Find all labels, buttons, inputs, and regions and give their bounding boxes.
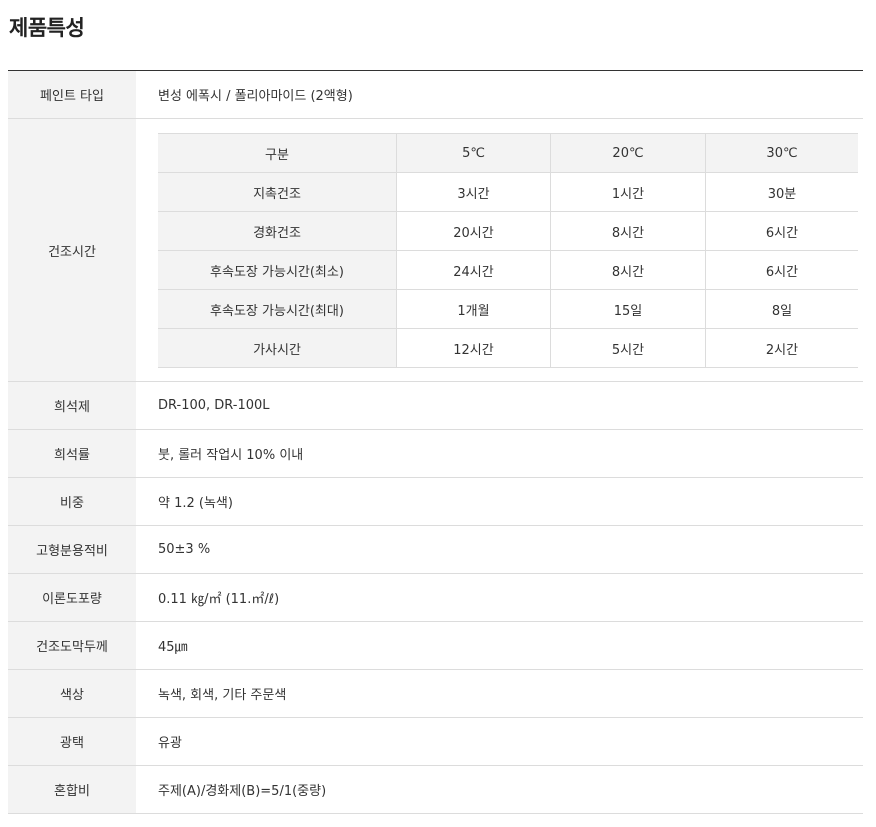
drying-table-cell: 구분 5℃ 20℃ 30℃ 지촉건조 3시간 1시간 30분 경화건조 20시간… (136, 118, 863, 382)
drying-header-cell: 20℃ (550, 133, 706, 173)
drying-value: 5시간 (550, 328, 706, 368)
drying-value: 15일 (550, 289, 706, 329)
drying-header-cell: 5℃ (396, 133, 551, 173)
page-title: 제품특성 (9, 16, 85, 40)
spec-label: 희석률 (8, 429, 136, 478)
spec-value: 약 1.2 (녹색) (136, 477, 863, 526)
drying-row-label: 지촉건조 (158, 172, 397, 212)
drying-row-label: 경화건조 (158, 211, 397, 251)
drying-value: 8시간 (550, 211, 706, 251)
spec-table: 페인트 타입 변성 에폭시 / 폴리아마이드 (2액형) 건조시간 구분 5℃ … (8, 70, 863, 814)
drying-header-cell: 구분 (158, 133, 397, 173)
drying-table-row: 지촉건조 3시간 1시간 30분 (158, 172, 858, 212)
drying-time-table: 구분 5℃ 20℃ 30℃ 지촉건조 3시간 1시간 30분 경화건조 20시간… (158, 133, 858, 368)
spec-row-specific-gravity: 비중 약 1.2 (녹색) (8, 477, 863, 526)
spec-row-coverage: 이론도포량 0.11 ㎏/㎡ (11.㎡/ℓ) (8, 573, 863, 622)
drying-value: 3시간 (396, 172, 551, 212)
drying-value: 20시간 (396, 211, 551, 251)
spec-label: 희석제 (8, 381, 136, 430)
spec-row-gloss: 광택 유광 (8, 717, 863, 766)
spec-label: 고형분용적비 (8, 525, 136, 574)
spec-row-mix-ratio: 혼합비 주제(A)/경화제(B)=5/1(중량) (8, 765, 863, 814)
spec-row-film-thickness: 건조도막두께 45㎛ (8, 621, 863, 670)
drying-value: 8시간 (550, 250, 706, 290)
spec-label: 페인트 타입 (8, 70, 136, 119)
drying-value: 30분 (705, 172, 858, 212)
spec-label: 이론도포량 (8, 573, 136, 622)
spec-value: 50±3 % (136, 525, 863, 574)
spec-row-solids-volume: 고형분용적비 50±3 % (8, 525, 863, 574)
spec-label: 광택 (8, 717, 136, 766)
spec-value: 0.11 ㎏/㎡ (11.㎡/ℓ) (136, 573, 863, 622)
drying-value: 6시간 (705, 211, 858, 251)
spec-value: 붓, 롤러 작업시 10% 이내 (136, 429, 863, 478)
spec-label: 비중 (8, 477, 136, 526)
drying-value: 1시간 (550, 172, 706, 212)
spec-row-drying-time: 건조시간 구분 5℃ 20℃ 30℃ 지촉건조 3시간 1시간 30분 경화건조… (8, 118, 863, 382)
spec-row-thinner: 희석제 DR-100, DR-100L (8, 381, 863, 430)
spec-row-color: 색상 녹색, 회색, 기타 주문색 (8, 669, 863, 718)
spec-row-thinning-rate: 희석률 붓, 롤러 작업시 10% 이내 (8, 429, 863, 478)
spec-label: 혼합비 (8, 765, 136, 814)
drying-table-row: 후속도장 가능시간(최대) 1개월 15일 8일 (158, 289, 858, 329)
drying-row-label: 후속도장 가능시간(최대) (158, 289, 397, 329)
drying-table-row: 가사시간 12시간 5시간 2시간 (158, 328, 858, 368)
drying-value: 8일 (705, 289, 858, 329)
drying-table-row: 경화건조 20시간 8시간 6시간 (158, 211, 858, 251)
drying-value: 1개월 (396, 289, 551, 329)
spec-label: 색상 (8, 669, 136, 718)
spec-value: 45㎛ (136, 621, 863, 670)
drying-value: 2시간 (705, 328, 858, 368)
spec-value: DR-100, DR-100L (136, 381, 863, 430)
spec-label: 건조도막두께 (8, 621, 136, 670)
drying-row-label: 후속도장 가능시간(최소) (158, 250, 397, 290)
drying-value: 6시간 (705, 250, 858, 290)
spec-label: 건조시간 (8, 118, 136, 382)
spec-value: 주제(A)/경화제(B)=5/1(중량) (136, 765, 863, 814)
drying-table-header: 구분 5℃ 20℃ 30℃ (158, 133, 858, 173)
spec-value: 변성 에폭시 / 폴리아마이드 (2액형) (136, 70, 863, 119)
spec-value: 녹색, 회색, 기타 주문색 (136, 669, 863, 718)
drying-row-label: 가사시간 (158, 328, 397, 368)
drying-table-row: 후속도장 가능시간(최소) 24시간 8시간 6시간 (158, 250, 858, 290)
drying-value: 24시간 (396, 250, 551, 290)
spec-row-paint-type: 페인트 타입 변성 에폭시 / 폴리아마이드 (2액형) (8, 70, 863, 119)
drying-header-cell: 30℃ (705, 133, 858, 173)
spec-value: 유광 (136, 717, 863, 766)
drying-value: 12시간 (396, 328, 551, 368)
